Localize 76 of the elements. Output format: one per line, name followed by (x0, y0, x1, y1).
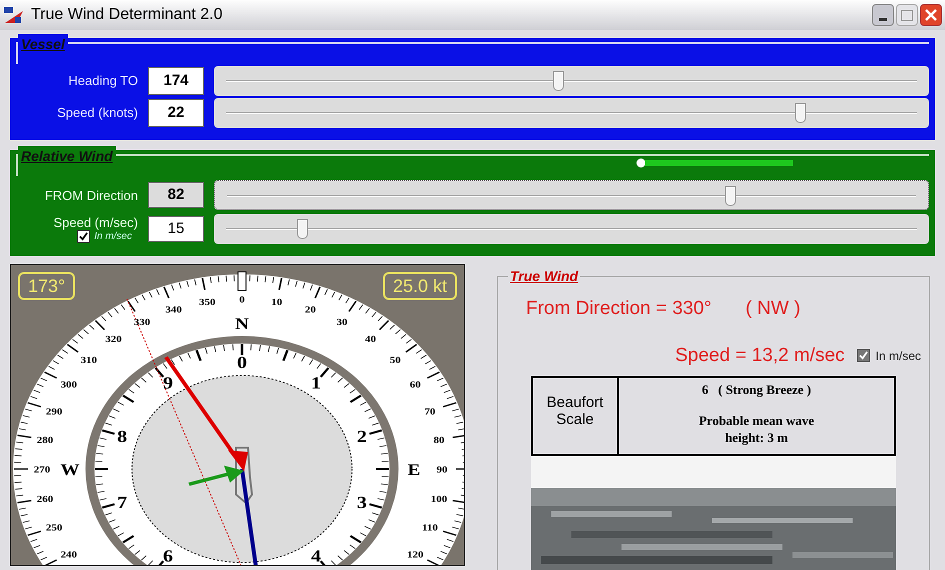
heading-readout: 173° (18, 272, 76, 300)
dial-label: 60 (410, 380, 421, 390)
field-label: Heading TO (67, 72, 138, 90)
dial-label: 320 (105, 334, 122, 345)
inner-dial-label: 4 (311, 546, 322, 565)
dial-label: 20 (304, 305, 316, 316)
dial-label: 270 (34, 465, 50, 476)
beaufort-label: Beaufort Scale (533, 378, 619, 454)
slider[interactable] (214, 98, 929, 128)
slider-thumb[interactable] (794, 103, 806, 123)
slider[interactable] (214, 214, 929, 244)
checkbox-label: In m/sec (876, 348, 921, 365)
inner-dial-label: 3 (356, 493, 367, 513)
dial-label: 100 (430, 494, 448, 505)
value-field[interactable]: 15 (148, 216, 204, 242)
inner-dial-label: 6 (162, 546, 173, 565)
dial-label: 120 (406, 550, 424, 560)
close-icon (925, 9, 937, 21)
dial-label: 30 (336, 318, 348, 328)
dial-label: 240 (60, 550, 78, 560)
checkbox-label: In m/sec (94, 230, 132, 242)
checkbox[interactable] (77, 230, 90, 243)
dial-label: 310 (80, 356, 98, 366)
dial-label: 110 (422, 523, 438, 534)
field-label: FROM Direction (44, 188, 138, 202)
range-indicator-icon (636, 158, 794, 168)
maximize-icon (901, 10, 913, 20)
speed-readout: 25.0 kt (382, 272, 457, 300)
group-title: True Wind (508, 268, 580, 284)
slider[interactable] (214, 66, 929, 96)
compass-point: ( NW ) (746, 297, 800, 321)
dial-label: 50 (390, 356, 401, 366)
minimize-icon (879, 18, 887, 21)
inner-dial-label: 0 (237, 353, 247, 372)
slider-thumb[interactable] (297, 219, 308, 239)
dial-label: 70 (424, 406, 436, 417)
dial-label: 330 (134, 318, 150, 328)
true-wind-direction: From Direction = 330° (526, 297, 712, 321)
app-icon (3, 5, 25, 25)
dial-label: 250 (46, 523, 62, 534)
dial-label: 300 (60, 380, 78, 390)
checkmark-icon (79, 232, 88, 241)
dial-label: 340 (165, 305, 182, 316)
slider[interactable] (214, 180, 929, 210)
beaufort-force: 6 ( Strong Breeze ) (702, 381, 812, 399)
value-field[interactable]: 22 (148, 99, 204, 127)
field-label: Speed (knots) (56, 104, 138, 122)
slider-thumb[interactable] (552, 71, 564, 91)
cardinal-label: W (60, 460, 80, 479)
value-field[interactable]: 174 (148, 67, 204, 95)
inner-dial-label: 9 (162, 374, 173, 393)
dial-label: 350 (199, 298, 216, 308)
dial-label: 280 (36, 436, 54, 446)
slider-thumb[interactable] (724, 186, 736, 206)
window-title: True Wind Determinant 2.0 (31, 5, 222, 25)
cardinal-label: N (235, 314, 249, 332)
field-label: Speed (m/sec) (53, 215, 138, 230)
inner-dial-label: 1 (311, 374, 322, 393)
dial-label: 40 (365, 334, 376, 345)
inner-dial-label: 8 (117, 427, 128, 446)
true-wind-speed: Speed = 13,2 m/sec (675, 344, 845, 368)
minimize-button[interactable] (872, 4, 894, 26)
dial-label: 80 (433, 436, 444, 446)
checkbox[interactable] (856, 349, 870, 362)
inner-dial-label: 7 (117, 493, 128, 513)
dial-label: 10 (271, 298, 282, 308)
dial-label: 260 (36, 494, 54, 505)
close-button[interactable] (920, 4, 942, 26)
dial-label: 90 (436, 465, 448, 476)
dial-label: 0 (239, 295, 245, 306)
value-field[interactable]: 82 (148, 182, 204, 208)
dial-label: 290 (46, 406, 62, 417)
inner-dial-label: 2 (356, 427, 367, 446)
checkmark-icon (858, 351, 868, 360)
wave-height-text: Probable mean wave height: 3 m (698, 412, 816, 446)
cardinal-label: E (408, 460, 420, 479)
